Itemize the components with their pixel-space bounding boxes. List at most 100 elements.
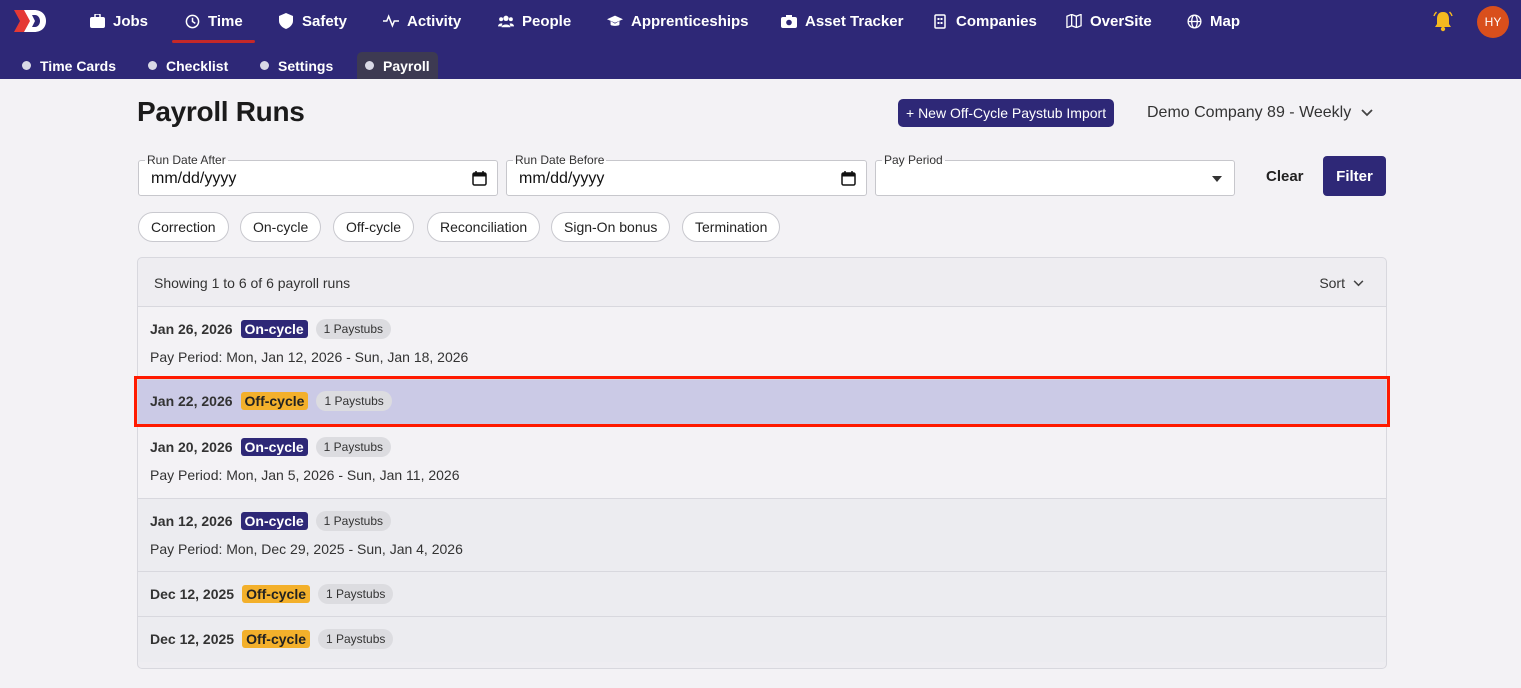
company-logo[interactable]	[12, 8, 48, 34]
calendar-icon[interactable]	[841, 171, 856, 186]
clear-button[interactable]: Clear	[1266, 168, 1304, 185]
dot-icon	[260, 61, 269, 70]
chip-on-cycle[interactable]: On-cycle	[240, 212, 322, 242]
nav-label: OverSite	[1090, 12, 1152, 30]
subnav-settings[interactable]: Settings	[252, 52, 341, 79]
run-date: Dec 12, 2025	[150, 631, 235, 647]
pay-period-select[interactable]: Pay Period	[875, 153, 1235, 196]
subnav-payroll[interactable]: Payroll	[357, 52, 438, 79]
field-label: Run Date Before	[513, 153, 607, 167]
clock-icon	[184, 13, 200, 29]
nav-label: Activity	[407, 12, 462, 30]
dot-icon	[365, 61, 374, 70]
list-header: Showing 1 to 6 of 6 payroll runs Sort	[138, 258, 1386, 307]
subnav-checklist[interactable]: Checklist	[140, 52, 236, 79]
filter-button[interactable]: Filter	[1323, 156, 1386, 196]
table-row[interactable]: Dec 12, 2025 Off-cycle 1 Paystubs	[138, 572, 1386, 617]
field-value: mm/dd/yyyy	[519, 170, 605, 187]
table-row[interactable]: Jan 20, 2026 On-cycle 1 Paystubs Pay Per…	[138, 425, 1386, 499]
dot-icon	[148, 61, 157, 70]
run-date-after-field[interactable]: Run Date After mm/dd/yyyy	[138, 153, 498, 196]
paystub-count: 1 Paystubs	[315, 319, 392, 339]
sort-label: Sort	[1319, 275, 1345, 291]
avatar[interactable]: HY	[1477, 6, 1509, 38]
map-icon	[1066, 13, 1082, 29]
nav-companies[interactable]: Companies	[932, 0, 1037, 42]
nav-map[interactable]: Map	[1186, 0, 1240, 42]
nav-label: Apprenticeships	[631, 12, 749, 30]
top-navbar: Jobs Time Safety Activity People Apprent…	[0, 0, 1521, 79]
field-label: Pay Period	[882, 153, 945, 167]
nav-label: Jobs	[113, 12, 149, 30]
chevron-down-icon	[1353, 279, 1364, 286]
nav-people[interactable]: People	[498, 0, 571, 42]
chip-correction[interactable]: Correction	[138, 212, 229, 242]
subnav-label: Time Cards	[40, 57, 116, 74]
sort-button[interactable]: Sort	[1319, 275, 1364, 291]
nav-label: Companies	[956, 12, 1037, 30]
table-row[interactable]: Jan 26, 2026 On-cycle 1 Paystubs Pay Per…	[138, 307, 1386, 380]
run-date-before-field[interactable]: Run Date Before mm/dd/yyyy	[506, 153, 867, 196]
run-date: Jan 12, 2026	[150, 513, 233, 529]
run-date: Jan 20, 2026	[150, 439, 233, 455]
caret-down-icon	[1212, 176, 1222, 182]
row-summary: Jan 26, 2026 On-cycle 1 Paystubs	[150, 319, 392, 339]
new-off-cycle-import-button[interactable]: + New Off-Cycle Paystub Import	[898, 99, 1115, 127]
row-summary: Jan 20, 2026 On-cycle 1 Paystubs	[150, 437, 392, 457]
page-title: Payroll Runs	[137, 96, 305, 127]
nav-label: People	[522, 12, 572, 30]
subnav-label: Checklist	[166, 57, 229, 74]
company-select[interactable]: Demo Company 89 - Weekly	[1147, 104, 1373, 122]
paystub-count: 1 Paystubs	[318, 584, 394, 604]
nav-label: Time	[208, 12, 243, 30]
row-summary: Dec 12, 2025 Off-cycle 1 Paystubs	[150, 629, 394, 649]
subnav-time-cards[interactable]: Time Cards	[14, 52, 124, 79]
chip-reconciliation[interactable]: Reconciliation	[427, 212, 541, 242]
briefcase-icon	[89, 13, 105, 29]
chevron-down-icon	[1361, 109, 1373, 117]
subnav-label: Payroll	[383, 57, 430, 74]
field-label: Run Date After	[145, 153, 228, 167]
nav-label: Map	[1210, 12, 1240, 30]
nav-asset-tracker[interactable]: Asset Tracker	[781, 0, 903, 42]
table-row[interactable]: Dec 12, 2025 Off-cycle 1 Paystubs	[138, 617, 1386, 662]
cycle-badge: On-cycle	[240, 320, 308, 338]
camera-icon	[781, 13, 797, 29]
payroll-runs-list: Showing 1 to 6 of 6 payroll runs Sort Ja…	[137, 257, 1387, 669]
shield-icon	[278, 13, 294, 29]
pay-period-text: Pay Period: Mon, Jan 5, 2026 - Sun, Jan …	[150, 467, 460, 483]
paystub-count: 1 Paystubs	[318, 629, 394, 649]
building-icon	[932, 13, 948, 29]
calendar-icon[interactable]	[472, 171, 487, 186]
row-summary: Jan 12, 2026 On-cycle 1 Paystubs	[150, 511, 392, 531]
activity-icon	[383, 13, 399, 29]
run-date: Jan 26, 2026	[150, 321, 233, 337]
results-count: Showing 1 to 6 of 6 payroll runs	[154, 275, 351, 291]
selection-highlight	[134, 376, 1390, 427]
cycle-badge: On-cycle	[240, 438, 308, 456]
nav-activity[interactable]: Activity	[383, 0, 461, 42]
nav-time[interactable]: Time	[172, 0, 255, 43]
company-select-value: Demo Company 89 - Weekly	[1147, 104, 1352, 121]
nav-apprenticeships[interactable]: Apprenticeships	[607, 0, 749, 42]
cycle-badge: On-cycle	[240, 512, 308, 530]
nav-oversite[interactable]: OverSite	[1066, 0, 1152, 42]
nav-jobs[interactable]: Jobs	[89, 0, 148, 42]
run-date: Dec 12, 2025	[150, 586, 235, 602]
dot-icon	[22, 61, 31, 70]
chip-termination[interactable]: Termination	[682, 212, 781, 242]
nav-label: Safety	[302, 12, 348, 30]
pay-period-text: Pay Period: Mon, Jan 12, 2026 - Sun, Jan…	[150, 349, 469, 365]
chip-sign-on-bonus[interactable]: Sign-On bonus	[551, 212, 671, 242]
paystub-count: 1 Paystubs	[315, 437, 392, 457]
pay-period-text: Pay Period: Mon, Dec 29, 2025 - Sun, Jan…	[150, 541, 463, 557]
nav-safety[interactable]: Safety	[278, 0, 347, 42]
chip-off-cycle[interactable]: Off-cycle	[333, 212, 414, 242]
graduation-cap-icon	[607, 13, 623, 29]
table-row[interactable]: Jan 12, 2026 On-cycle 1 Paystubs Pay Per…	[138, 499, 1386, 572]
globe-icon	[1186, 13, 1202, 29]
field-value: mm/dd/yyyy	[151, 170, 237, 187]
bell-icon[interactable]	[1432, 10, 1454, 32]
cycle-badge: Off-cycle	[242, 585, 310, 603]
row-summary: Dec 12, 2025 Off-cycle 1 Paystubs	[150, 584, 394, 604]
